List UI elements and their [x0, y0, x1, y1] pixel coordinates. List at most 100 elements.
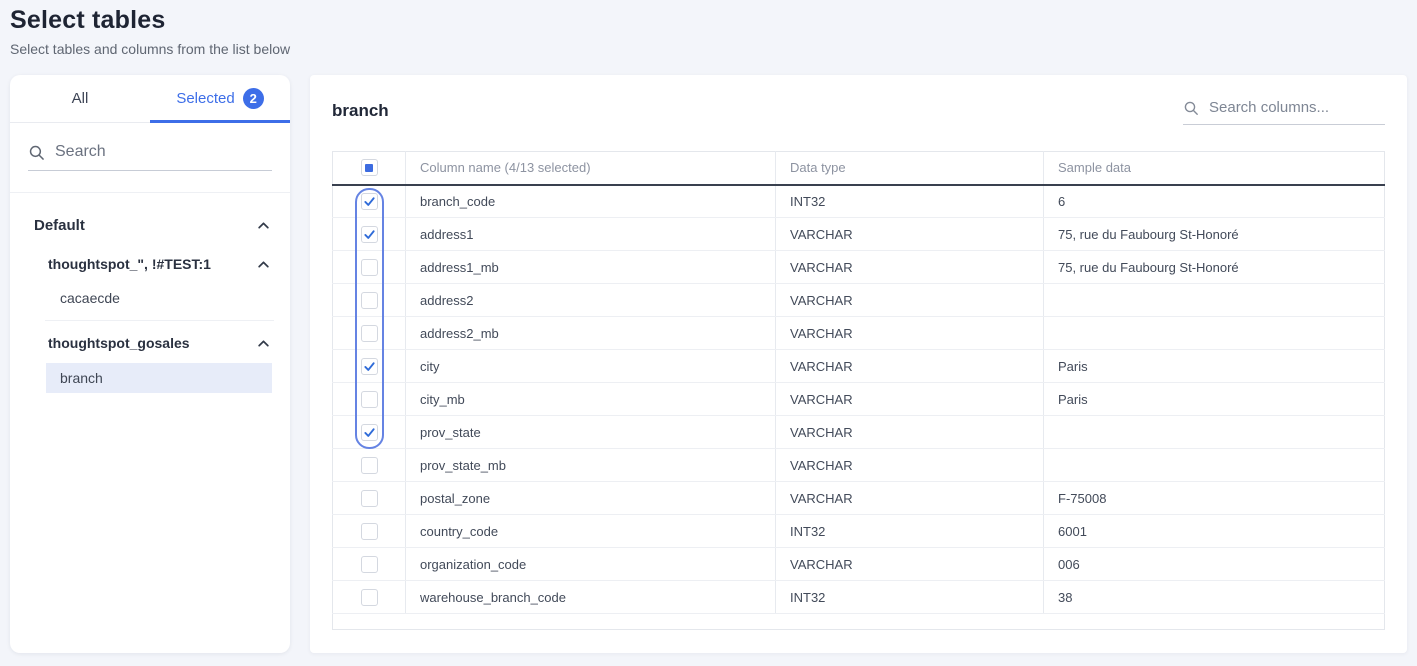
selected-table-title: branch	[332, 101, 389, 125]
row-checkbox[interactable]	[361, 523, 378, 540]
tree-schema-thoughtspot-gosales[interactable]: thoughtspot_gosales	[10, 325, 290, 361]
sample-data-header: Sample data	[1044, 152, 1385, 185]
data-type-cell: VARCHAR	[776, 218, 1044, 251]
sample-data-cell: 38	[1044, 581, 1385, 614]
sample-data-cell	[1044, 449, 1385, 482]
table-row[interactable]: prov_state VARCHAR	[333, 416, 1385, 449]
tab-selected-label: Selected	[176, 90, 234, 107]
sample-data-cell: 006	[1044, 548, 1385, 581]
tab-all-label: All	[72, 90, 89, 107]
selected-count-badge: 2	[243, 88, 264, 109]
tree-schema-thoughtspot-test[interactable]: thoughtspot_", !#TEST:1	[10, 246, 290, 282]
row-checkbox[interactable]	[361, 259, 378, 276]
data-type-cell: VARCHAR	[776, 317, 1044, 350]
select-all-checkbox[interactable]	[361, 159, 378, 176]
data-type-cell: VARCHAR	[776, 482, 1044, 515]
tree-table-branch[interactable]: branch	[46, 363, 272, 393]
search-columns-input[interactable]	[1209, 99, 1385, 116]
data-type-cell: VARCHAR	[776, 383, 1044, 416]
table-row[interactable]: postal_zone VARCHAR F-75008	[333, 482, 1385, 515]
column-name-cell: address1	[406, 218, 776, 251]
sample-data-cell: Paris	[1044, 383, 1385, 416]
page-header: Select tables Select tables and columns …	[0, 0, 1417, 57]
data-type-header: Data type	[776, 152, 1044, 185]
sample-data-cell	[1044, 416, 1385, 449]
row-checkbox[interactable]	[361, 358, 378, 375]
chevron-up-icon[interactable]	[257, 339, 270, 348]
column-name-cell: prov_state_mb	[406, 449, 776, 482]
columns-table: Column name (4/13 selected) Data type Sa…	[332, 151, 1385, 630]
divider	[45, 320, 274, 321]
columns-panel: branch Co	[310, 75, 1407, 653]
chevron-up-icon[interactable]	[257, 260, 270, 269]
column-name-cell: city_mb	[406, 383, 776, 416]
page-title: Select tables	[10, 6, 1407, 35]
content-layout: All Selected 2 Default	[0, 75, 1417, 653]
data-type-cell: INT32	[776, 185, 1044, 218]
row-checkbox[interactable]	[361, 457, 378, 474]
column-name-cell: branch_code	[406, 185, 776, 218]
row-checkbox[interactable]	[361, 556, 378, 573]
columns-table-wrap: Column name (4/13 selected) Data type Sa…	[332, 151, 1385, 630]
data-type-cell: VARCHAR	[776, 548, 1044, 581]
column-name-cell: country_code	[406, 515, 776, 548]
tab-all[interactable]: All	[10, 75, 150, 122]
sample-data-cell: 75, rue du Faubourg St-Honoré	[1044, 218, 1385, 251]
sample-data-cell: 6	[1044, 185, 1385, 218]
column-name-cell: address1_mb	[406, 251, 776, 284]
tree-schema-label: thoughtspot_gosales	[48, 335, 190, 351]
tables-tree: Default thoughtspot_", !#TEST:1 cacaecde…	[10, 193, 290, 395]
sample-data-cell: 6001	[1044, 515, 1385, 548]
row-checkbox[interactable]	[361, 292, 378, 309]
row-checkbox[interactable]	[361, 325, 378, 342]
column-name-cell: organization_code	[406, 548, 776, 581]
row-checkbox[interactable]	[361, 424, 378, 441]
data-type-cell: VARCHAR	[776, 251, 1044, 284]
sample-data-cell	[1044, 317, 1385, 350]
sample-data-cell: F-75008	[1044, 482, 1385, 515]
data-type-cell: INT32	[776, 581, 1044, 614]
sidebar-tabs: All Selected 2	[10, 75, 290, 123]
table-row[interactable]: prov_state_mb VARCHAR	[333, 449, 1385, 482]
row-checkbox[interactable]	[361, 193, 378, 210]
tables-sidebar: All Selected 2 Default	[10, 75, 290, 653]
tab-selected[interactable]: Selected 2	[150, 75, 290, 122]
table-row[interactable]: address2_mb VARCHAR	[333, 317, 1385, 350]
row-checkbox[interactable]	[361, 226, 378, 243]
column-name-cell: address2	[406, 284, 776, 317]
chevron-up-icon[interactable]	[257, 221, 270, 230]
column-name-cell: address2_mb	[406, 317, 776, 350]
tree-group-default[interactable]: Default	[10, 207, 290, 244]
page-subtitle: Select tables and columns from the list …	[10, 41, 1407, 57]
row-checkbox[interactable]	[361, 391, 378, 408]
table-row[interactable]: address1 VARCHAR 75, rue du Faubourg St-…	[333, 218, 1385, 251]
table-row[interactable]: city_mb VARCHAR Paris	[333, 383, 1385, 416]
data-type-cell: INT32	[776, 515, 1044, 548]
sample-data-cell: 75, rue du Faubourg St-Honoré	[1044, 251, 1385, 284]
row-checkbox[interactable]	[361, 490, 378, 507]
table-row[interactable]: address2 VARCHAR	[333, 284, 1385, 317]
search-tables-input[interactable]	[55, 143, 272, 161]
tree-table-cacaecde[interactable]: cacaecde	[46, 284, 272, 312]
data-type-cell: VARCHAR	[776, 449, 1044, 482]
tree-group-label: Default	[34, 217, 85, 234]
table-footer-row	[333, 614, 1385, 630]
table-row[interactable]: branch_code INT32 6	[333, 185, 1385, 218]
table-row[interactable]: warehouse_branch_code INT32 38	[333, 581, 1385, 614]
search-icon	[1183, 100, 1199, 116]
columns-panel-header: branch	[332, 75, 1385, 125]
data-type-cell: VARCHAR	[776, 284, 1044, 317]
table-row[interactable]: country_code INT32 6001	[333, 515, 1385, 548]
row-checkbox[interactable]	[361, 589, 378, 606]
table-row[interactable]: city VARCHAR Paris	[333, 350, 1385, 383]
column-name-cell: prov_state	[406, 416, 776, 449]
table-row[interactable]: address1_mb VARCHAR 75, rue du Faubourg …	[333, 251, 1385, 284]
sample-data-cell: Paris	[1044, 350, 1385, 383]
table-header-row: Column name (4/13 selected) Data type Sa…	[333, 152, 1385, 185]
search-icon	[28, 144, 45, 161]
column-name-cell: postal_zone	[406, 482, 776, 515]
columns-search	[1183, 99, 1385, 125]
column-name-header: Column name (4/13 selected)	[406, 152, 776, 185]
table-row[interactable]: organization_code VARCHAR 006	[333, 548, 1385, 581]
tree-schema-label: thoughtspot_", !#TEST:1	[48, 256, 211, 272]
